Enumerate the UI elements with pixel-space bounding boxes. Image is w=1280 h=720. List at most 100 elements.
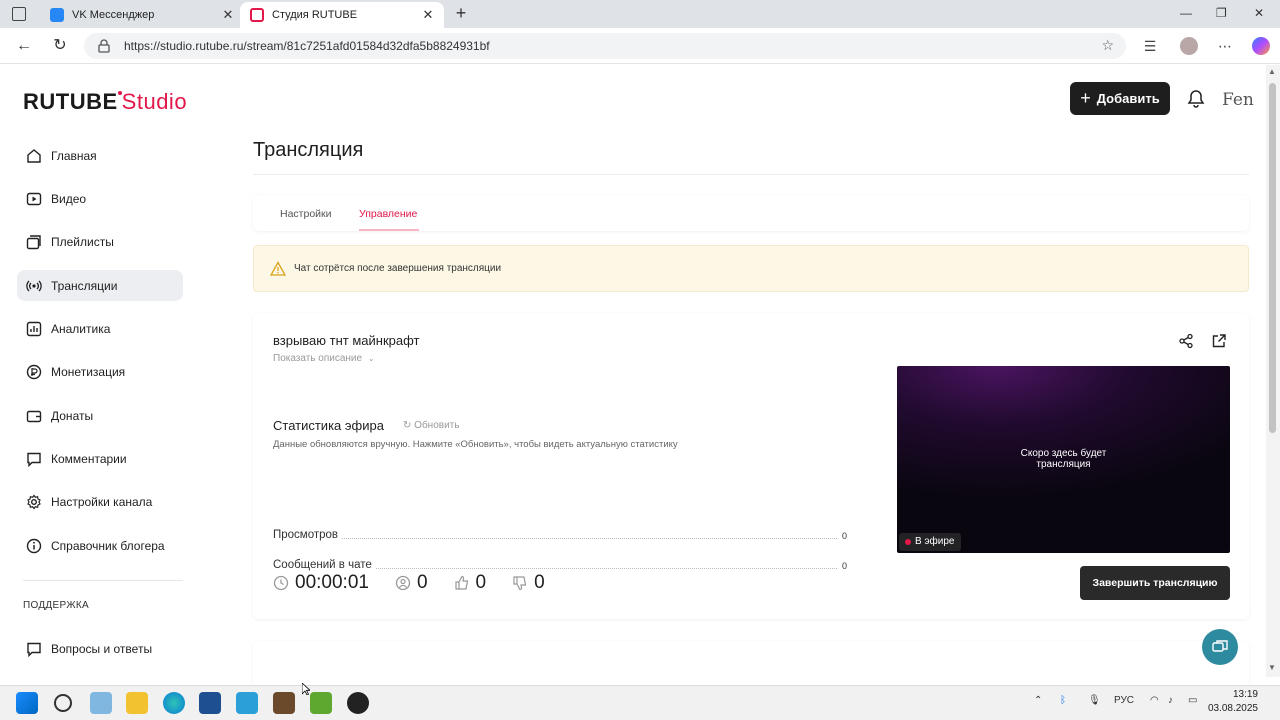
sidebar-item-label: Донаты [51,408,94,423]
avatar[interactable]: Fen [1222,83,1256,117]
gear-icon [25,493,43,511]
sidebar-item-donations[interactable]: Донаты [17,394,183,437]
search-icon[interactable] [54,694,72,712]
tab-settings[interactable]: Настройки [280,208,332,220]
bluetooth-icon[interactable]: ᛒ [1060,695,1066,706]
sidebar-item-faq[interactable]: Вопросы и ответы [17,627,183,670]
tab-management[interactable]: Управление [359,208,417,220]
language-indicator[interactable]: РУС [1114,695,1134,706]
tab-actions-icon[interactable] [12,7,26,21]
address-bar[interactable]: https://studio.rutube.ru/stream/81c7251a… [84,33,1126,59]
app-icon[interactable] [236,692,258,714]
more-menu-icon[interactable]: ⋯ [1216,37,1234,55]
sidebar-item-analytics[interactable]: Аналитика [17,307,183,350]
sidebar-item-label: Справочник блогера [51,538,165,553]
bookmark-star-icon[interactable]: ☆ [1101,37,1114,54]
widgets-icon[interactable] [90,692,112,714]
plus-icon: + [1080,88,1091,108]
wifi-icon[interactable]: ◠ [1150,695,1159,706]
sidebar-item-channel-settings[interactable]: Настройки канала [17,481,183,524]
stat-row-views: Просмотров 0 [273,529,847,545]
broadcast-icon [25,277,43,295]
browser-tabstrip: VK Мессенджер ✕ Студия RUTUBE ✕ + — ❐ ✕ [0,0,1280,28]
analytics-icon [25,320,43,338]
sidebar-item-blogger-guide[interactable]: Справочник блогера [17,524,183,567]
stream-counters: 00:00:01 0 0 0 [273,571,571,595]
viewer-icon [395,575,411,591]
microphone-icon[interactable]: 🎙 [1088,695,1101,706]
add-button[interactable]: + Добавить [1070,82,1170,115]
external-link-icon[interactable] [1211,333,1227,349]
wallet-icon [25,407,43,425]
system-clock[interactable]: 13:19 03.08.2025 [1198,688,1258,716]
volume-icon[interactable]: ♪ [1168,695,1173,706]
thumbs-up-icon [454,575,468,590]
show-description-toggle[interactable]: Показать описание ⌄ [273,353,375,364]
minimize-icon[interactable]: — [1180,6,1192,20]
title-divider [253,174,1249,175]
page-scrollbar[interactable]: ▲ ▼ [1266,65,1280,677]
bell-icon[interactable] [1186,89,1206,109]
browser-tab-vk[interactable]: VK Мессенджер ✕ [40,2,244,28]
live-badge: В эфире [899,533,961,551]
sidebar-item-playlists[interactable]: Плейлисты [17,221,183,264]
rutube-studio-logo[interactable]: RUTUBE Studio [23,89,187,115]
warning-icon [270,261,286,276]
obs-icon[interactable] [347,692,369,714]
close-window-icon[interactable]: ✕ [1254,6,1264,20]
sidebar-item-label: Плейлисты [51,235,114,250]
windows-start-icon[interactable] [16,692,38,714]
store-icon[interactable] [199,692,221,714]
stat-label: Просмотров [273,529,343,541]
sidebar-item-label: Видео [51,192,87,207]
scroll-down-icon[interactable]: ▼ [1268,663,1276,672]
sidebar-item-broadcasts[interactable]: Трансляции [17,270,183,302]
refresh-button[interactable]: ↻ Обновить [403,420,459,431]
clock-icon [273,575,289,591]
close-icon[interactable]: ✕ [222,7,234,23]
stat-value: 0 [837,561,847,571]
sidebar-item-monetization[interactable]: Монетизация [17,351,183,394]
refresh-icon: ↻ [403,420,412,431]
url-text[interactable]: https://studio.rutube.ru/stream/81c7251a… [124,39,490,53]
sidebar-item-label: Настройки канала [51,495,153,510]
sidebar-item-home[interactable]: Главная [17,134,183,177]
rutube-favicon-icon [250,8,264,22]
sidebar: Главная Видео Плейлисты Трансляции Анали… [17,134,183,568]
battery-icon[interactable]: ▭ [1188,695,1197,706]
minecraft-icon[interactable] [273,692,295,714]
back-icon[interactable]: ← [14,36,34,56]
stream-preview-player[interactable]: Скоро здесь будет трансляция В эфире [897,366,1230,553]
minecraft-launcher-icon[interactable] [310,692,332,714]
stat-label: Сообщений в чате [273,559,376,571]
favorites-icon[interactable]: ☰ [1141,37,1159,55]
sidebar-item-comments[interactable]: Комментарии [17,437,183,480]
maximize-icon[interactable]: ❐ [1216,6,1227,20]
copilot-icon[interactable] [1252,37,1270,55]
share-icon[interactable] [1178,333,1194,349]
avatar-text: Fen [1222,90,1254,110]
sidebar-item-label: Главная [51,148,97,163]
edge-browser-icon[interactable] [163,692,185,714]
reload-icon[interactable]: ↻ [50,36,70,56]
close-icon[interactable]: ✕ [422,7,434,23]
new-tab-icon[interactable]: + [452,4,470,22]
playlist-icon [25,233,43,251]
sidebar-item-video[interactable]: Видео [17,177,183,220]
end-stream-button[interactable]: Завершить трансляцию [1080,566,1230,600]
profile-icon[interactable] [1180,37,1198,55]
scroll-up-icon[interactable]: ▲ [1268,67,1276,76]
warning-text: Чат сотрётся после завершения трансляции [294,263,502,274]
browser-tab-rutube[interactable]: Студия RUTUBE ✕ [240,2,444,28]
scrollbar-thumb[interactable] [1269,83,1276,433]
mouse-cursor-icon [302,683,310,695]
studio-page: RUTUBE Studio + Добавить Fen Главная Виде… [0,65,1266,685]
sidebar-item-label: Монетизация [51,365,126,380]
chevron-up-icon[interactable]: ⌃ [1034,695,1042,706]
viewers-counter: 0 [395,572,428,594]
active-tab-underline [359,229,419,231]
file-explorer-icon[interactable] [126,692,148,714]
support-chat-button[interactable] [1202,629,1238,665]
stream-name: взрываю тнт майнкрафт [273,333,420,348]
vk-favicon-icon [50,8,64,22]
